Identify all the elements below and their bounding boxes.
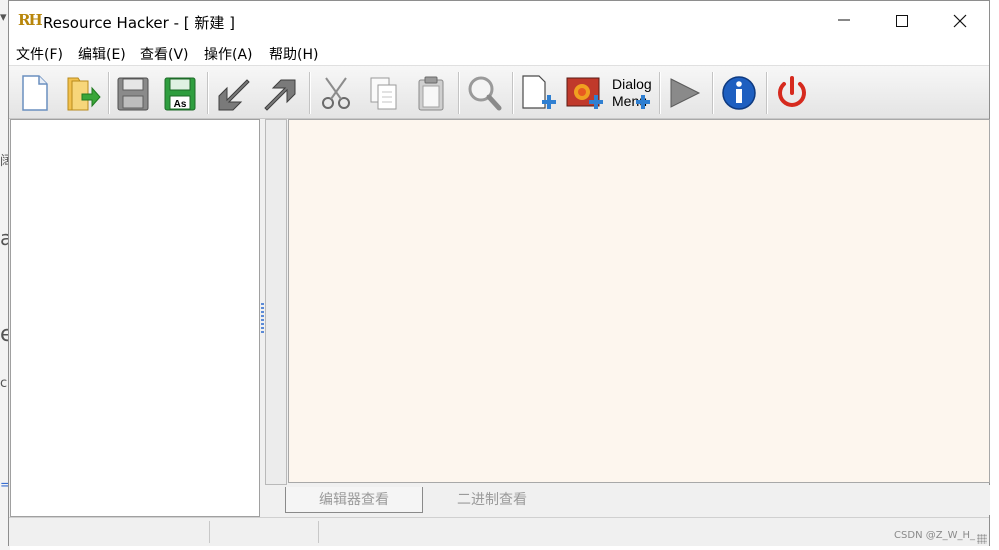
toolbar: As Dialog Menu <box>9 65 989 119</box>
minimize-icon <box>838 19 850 21</box>
maximize-icon <box>896 15 908 27</box>
resource-hacker-window: RH Resource Hacker - [ 新建 ] 文件(F) 编辑(E) … <box>8 0 990 546</box>
add-resource-icon <box>522 75 556 109</box>
splitter-grip <box>261 303 264 333</box>
about-button[interactable] <box>719 72 759 114</box>
background-fragment: c <box>0 376 8 391</box>
run-script-icon <box>670 78 701 108</box>
copy-button[interactable] <box>364 72 404 114</box>
tab-binary-view[interactable]: 二进制查看 <box>423 487 561 513</box>
toolbar-separator <box>309 72 310 114</box>
add-image-icon <box>566 77 603 109</box>
menu-edit[interactable]: 编辑(E) <box>78 44 126 64</box>
tab-editor-view[interactable]: 编辑器查看 <box>285 487 423 513</box>
find-button[interactable] <box>464 72 504 114</box>
open-icon <box>67 77 101 111</box>
import-icon <box>218 79 250 111</box>
copy-icon <box>370 77 397 110</box>
toolbar-separator <box>512 72 513 114</box>
minimize-button[interactable] <box>821 1 867 39</box>
status-bar: CSDN @Z_W_H_ <box>9 517 989 546</box>
paste-icon <box>418 76 444 111</box>
background-fragment: ▾ <box>0 10 7 25</box>
menu-view[interactable]: 查看(V) <box>140 44 189 64</box>
watermark-text: CSDN @Z_W_H_ <box>894 530 975 541</box>
add-image-button[interactable] <box>565 72 605 114</box>
menu-bar: 文件(F) 编辑(E) 查看(V) 操作(A) 帮助(H) <box>9 39 989 65</box>
exit-icon <box>778 76 806 107</box>
menu-file[interactable]: 文件(F) <box>16 44 63 64</box>
run-script-button[interactable] <box>665 72 705 114</box>
open-button[interactable] <box>62 72 102 114</box>
export-button[interactable] <box>261 72 301 114</box>
find-icon <box>468 76 502 111</box>
save-as-button[interactable]: As <box>160 72 200 114</box>
app-logo: RH <box>18 11 43 29</box>
import-button[interactable] <box>213 72 253 114</box>
add-resource-button[interactable] <box>517 72 557 114</box>
close-icon <box>953 14 967 28</box>
toolbar-separator <box>766 72 767 114</box>
menu-action[interactable]: 操作(A) <box>204 44 253 64</box>
save-as-icon: As <box>164 77 196 111</box>
menu-help[interactable]: 帮助(H) <box>269 44 318 64</box>
view-tabs: 编辑器查看 二进制查看 <box>265 485 990 515</box>
window-title: Resource Hacker - [ 新建 ] <box>43 14 236 32</box>
exit-button[interactable] <box>772 72 812 114</box>
title-bar[interactable]: RH Resource Hacker - [ 新建 ] <box>9 1 989 39</box>
new-file-button[interactable] <box>14 72 54 114</box>
add-dialog-menu-button[interactable]: Dialog Menu <box>611 72 657 114</box>
save-button[interactable] <box>112 72 152 114</box>
maximize-button[interactable] <box>879 1 925 39</box>
dialog-menu-icon: Dialog Menu <box>612 76 652 109</box>
status-divider <box>318 521 319 543</box>
dialog-label: Dialog <box>612 76 652 92</box>
resource-tree-pane[interactable] <box>10 119 260 517</box>
resize-grip[interactable] <box>977 534 987 544</box>
new-file-icon <box>22 75 48 111</box>
close-button[interactable] <box>937 1 983 39</box>
cut-icon <box>322 77 350 109</box>
cut-button[interactable] <box>316 72 356 114</box>
save-as-badge: As <box>174 99 187 110</box>
toolbar-separator <box>458 72 459 114</box>
toolbar-separator <box>712 72 713 114</box>
toolbar-separator <box>207 72 208 114</box>
export-icon <box>264 79 296 111</box>
toolbar-separator <box>659 72 660 114</box>
editor-pane[interactable] <box>288 119 990 483</box>
save-icon <box>117 77 149 111</box>
status-divider <box>209 521 210 543</box>
line-number-gutter <box>265 119 287 485</box>
about-icon <box>722 76 756 110</box>
paste-button[interactable] <box>411 72 451 114</box>
toolbar-separator <box>108 72 109 114</box>
